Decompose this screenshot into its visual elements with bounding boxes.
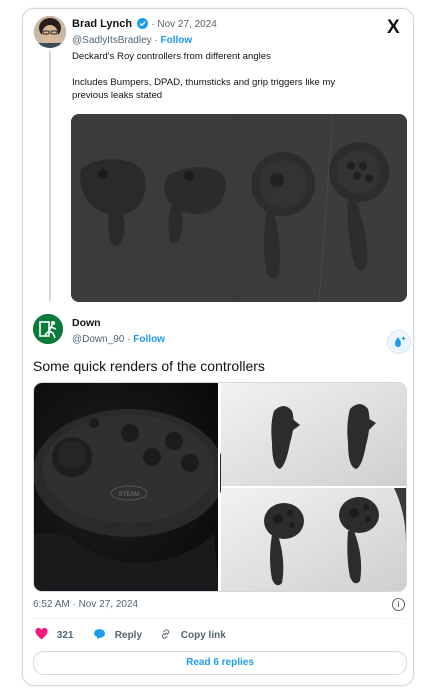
info-icon[interactable]: i [392, 598, 405, 611]
steam-logo-text: STEAM [119, 492, 140, 498]
author-handle[interactable]: @Down_90 [72, 334, 124, 345]
media-photo-top-right[interactable] [221, 383, 406, 486]
quoted-handle[interactable]: @SadlyItsBradley [72, 35, 152, 46]
like-count: 321 [56, 630, 74, 641]
quoted-author-name-row[interactable]: Brad Lynch · Nov 27, 2024 [72, 18, 217, 32]
quoted-media-grid[interactable] [71, 114, 407, 302]
grok-explain-button[interactable] [387, 330, 411, 354]
copy-link-label: Copy link [180, 630, 226, 641]
heart-icon [35, 627, 48, 640]
like-button[interactable]: 321 [35, 627, 74, 641]
quoted-handle-row: @SadlyItsBradley · Follow [72, 35, 193, 46]
sparkle-drop-icon [395, 336, 406, 347]
exit-sign-logo-icon [33, 314, 63, 344]
author-handle-row: @Down_90 · Follow [72, 334, 165, 345]
embedded-tweet-card: Brad Lynch · Nov 27, 2024 @SadlyItsBradl… [22, 8, 414, 686]
author-avatar[interactable] [33, 314, 63, 344]
read-replies-button[interactable]: Read 6 replies [33, 651, 407, 675]
quoted-date[interactable]: · Nov 27, 2024 [151, 19, 217, 30]
tweet-text: Some quick renders of the controllers [33, 358, 265, 374]
quote-thread-line [49, 51, 51, 301]
reply-label: Reply [114, 630, 143, 641]
quoted-tweet-text: Deckard's Roy controllers from different… [72, 50, 402, 102]
quoted-text-line: previous leaks stated [72, 90, 163, 101]
reply-button[interactable]: Reply [93, 628, 142, 641]
quoted-follow-link[interactable]: Follow [161, 35, 193, 46]
tweet-media-grid[interactable]: STEAM [33, 382, 407, 592]
follow-link[interactable]: Follow [133, 334, 165, 345]
divider [33, 618, 405, 619]
quoted-text-line: Includes Bumpers, DPAD, thumsticks and g… [72, 77, 336, 88]
quoted-author-avatar[interactable] [34, 16, 66, 48]
quoted-author-name[interactable]: Brad Lynch [72, 18, 132, 30]
media-photo-bottom-right[interactable] [221, 488, 406, 591]
quoted-text-line: Deckard's Roy controllers from different… [72, 51, 271, 62]
copy-link-button[interactable]: Copy link [159, 628, 226, 641]
x-logo-icon[interactable]: X [387, 17, 400, 39]
author-name[interactable]: Down [72, 317, 101, 329]
tweet-timestamp[interactable]: 6:52 AM · Nov 27, 2024 [33, 599, 138, 610]
reply-bubble-icon [94, 629, 105, 640]
link-icon [161, 629, 170, 639]
verified-badge-icon [137, 18, 149, 32]
